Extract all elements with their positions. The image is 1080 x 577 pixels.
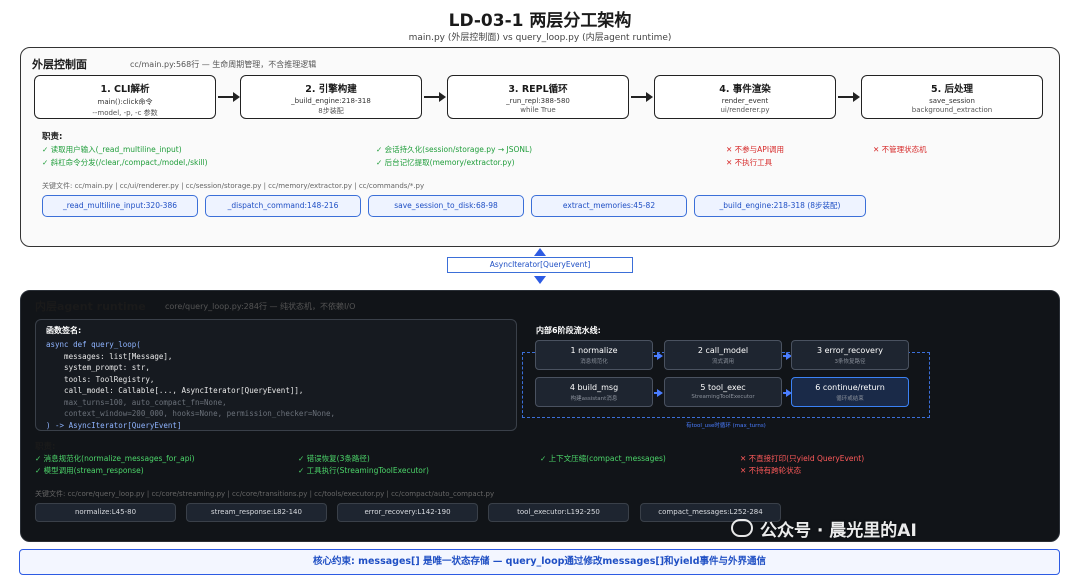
pipeline-stage-tool-exec: 5 tool_exec StreamingToolExecutor xyxy=(664,377,782,407)
inner-code-ref-pill: error_recovery:L142-190 xyxy=(337,503,478,522)
stage-title: 2. 引擎构建 xyxy=(305,84,357,95)
outer-duty-item: ✓ 斜杠命令分发(/clear,/compact,/model,/skill) xyxy=(42,158,208,167)
stage-line1: save_session xyxy=(929,97,975,105)
inner-panel-meta: core/query_loop.py:284行 — 纯状态机，不依赖I/O xyxy=(165,302,356,311)
pipeline-stage-sub: StreamingToolExecutor xyxy=(691,394,755,400)
watermark-text: 公众号 · 晨光里的AI xyxy=(760,521,917,541)
pipeline-arrow xyxy=(654,352,663,359)
pipeline-arrow xyxy=(783,352,792,359)
stage-line2: ui/renderer.py xyxy=(720,106,770,114)
inner-duty-item: ✓ 错误恢复(3条路径) xyxy=(298,454,370,463)
pipeline-stage-error-recovery: 3 error_recovery 3条恢复路径 xyxy=(791,340,909,370)
pipeline-arrow xyxy=(783,389,792,396)
stage-title: 5. 后处理 xyxy=(930,84,974,95)
pipeline-stage-sub: 3条恢复路径 xyxy=(834,359,866,365)
code-line: tools: ToolRegistry, xyxy=(46,374,155,384)
stage-line2: 8步装配 xyxy=(318,107,344,115)
code-title: 函数签名: xyxy=(46,326,82,335)
inner-duty-item: ✓ 上下文压缩(compact_messages) xyxy=(540,454,666,463)
outer-nonduty-item: ✕ 不执行工具 xyxy=(726,158,773,167)
pipeline-stage-build-msg: 4 build_msg 构建assistant消息 xyxy=(535,377,653,407)
stage-title: 1. CLI解析 xyxy=(100,84,150,95)
code-line: max_turns=100, auto_compact_fn=None, xyxy=(46,397,227,407)
outer-stage-postprocess: 5. 后处理 save_session background_extractio… xyxy=(861,75,1043,119)
outer-arrow-4 xyxy=(838,92,860,102)
pipeline-title: 内部6阶段流水线: xyxy=(536,326,601,335)
pipeline-stage-sub: 消息规范化 xyxy=(580,359,608,365)
pipeline-stage-sub: 循环或结束 xyxy=(836,396,864,402)
inner-duty-item: ✓ 工具执行(StreamingToolExecutor) xyxy=(298,466,429,475)
stage-line1: render_event xyxy=(721,97,769,105)
loop-label: 有tool_use时循环 (max_turns) xyxy=(686,423,766,429)
pipeline-stage-title: 1 normalize xyxy=(570,346,618,355)
pipeline-stage-title: 3 error_recovery xyxy=(816,346,883,355)
outer-duty-title: 职责: xyxy=(42,132,63,142)
stage-line1: main():click命令 xyxy=(97,98,153,106)
core-constraint-bar: 核心约束: messages[] 是唯一状态存储 — query_loop通过修… xyxy=(19,549,1060,575)
inner-code-ref-pill: stream_response:L82-140 xyxy=(186,503,327,522)
outer-code-ref-pill: _read_multiline_input:320-386 xyxy=(42,195,198,217)
pipeline-stage-normalize: 1 normalize 消息规范化 xyxy=(535,340,653,370)
code-line: async def query_loop( xyxy=(46,340,141,349)
outer-code-ref-pill: _dispatch_command:148-216 xyxy=(205,195,361,217)
diagram-title: LD-03-1 两层分工架构 xyxy=(448,11,632,31)
outer-nonduty-item: ✕ 不参与API调用 xyxy=(726,145,785,154)
outer-stage-render: 4. 事件渲染 render_event ui/renderer.py xyxy=(654,75,836,119)
inner-duty-item: ✓ 消息规范化(normalize_messages_for_api) xyxy=(35,454,195,463)
diagram-subtitle: main.py (外层控制面) vs query_loop.py (内层agen… xyxy=(408,33,672,43)
pipeline-stage-sub: 构建assistant消息 xyxy=(570,396,618,402)
async-iterator-connector: AsyncIterator[QueryEvent] xyxy=(447,257,633,273)
inner-nonduty-item: ✕ 不持有跨轮状态 xyxy=(740,466,802,475)
outer-nonduty-item: ✕ 不管理状态机 xyxy=(873,145,927,154)
outer-duty-item: ✓ 会话持久化(session/storage.py → JSONL) xyxy=(376,145,533,154)
outer-stage-engine: 2. 引擎构建 _build_engine:218-318 8步装配 xyxy=(240,75,422,119)
pipeline-stage-title: 2 call_model xyxy=(697,346,749,355)
stage-line1: _build_engine:218-318 xyxy=(291,97,371,105)
pipeline-stage-continue-return: 6 continue/return 循环或结束 xyxy=(791,377,909,407)
outer-code-ref-pill: save_session_to_disk:68-98 xyxy=(368,195,524,217)
stage-line1: _run_repl:388-580 xyxy=(506,97,570,105)
wechat-icon xyxy=(731,519,753,537)
code-line: ) -> AsyncIterator[QueryEvent] xyxy=(46,420,182,430)
inner-panel-title: 内层agent runtime xyxy=(35,300,146,313)
pipeline-stage-title: 6 continue/return xyxy=(815,383,885,392)
inner-code-ref-pill: normalize:L45-80 xyxy=(35,503,176,522)
outer-arrow-3 xyxy=(631,92,653,102)
stage-title: 4. 事件渲染 xyxy=(719,84,771,95)
outer-code-ref-pill: _build_engine:218-318 (8步装配) xyxy=(694,195,866,217)
function-signature-box: 函数签名: async def query_loop( messages: li… xyxy=(35,319,517,431)
outer-stage-cli: 1. CLI解析 main():click命令 --model, -p, -c … xyxy=(34,75,216,119)
code-line: messages: list[Message], xyxy=(46,351,173,361)
inner-key-files: 关键文件: cc/core/query_loop.py | cc/core/st… xyxy=(35,490,495,498)
stage-line2: --model, -p, -c 参数 xyxy=(92,109,158,117)
outer-stage-repl: 3. REPL循环 _run_repl:388-580 while True xyxy=(447,75,629,119)
pipeline-stage-call-model: 2 call_model 流式调用 xyxy=(664,340,782,370)
inner-duty-title: 职责: xyxy=(35,442,56,452)
pipeline-stage-title: 4 build_msg xyxy=(569,383,619,392)
code-line: context_window=200_000, hooks=None, perm… xyxy=(46,409,335,418)
stage-title: 3. REPL循环 xyxy=(508,84,568,95)
inner-nonduty-item: ✕ 不直接打印(只yield QueryEvent) xyxy=(740,454,865,463)
inner-code-ref-pill: tool_executor:L192-250 xyxy=(488,503,629,522)
down-arrow-icon xyxy=(534,276,546,284)
outer-duty-item: ✓ 后台记忆提取(memory/extractor.py) xyxy=(376,158,515,167)
outer-panel-title: 外层控制面 xyxy=(32,58,87,71)
stage-line2: background_extraction xyxy=(911,106,993,114)
pipeline-stage-title: 5 tool_exec xyxy=(700,383,746,392)
outer-duty-item: ✓ 读取用户输入(_read_multiline_input) xyxy=(42,145,182,154)
pipeline-stage-sub: 流式调用 xyxy=(711,359,734,365)
outer-key-files: 关键文件: cc/main.py | cc/ui/renderer.py | c… xyxy=(42,182,425,190)
outer-code-ref-pill: extract_memories:45-82 xyxy=(531,195,687,217)
pipeline-arrow xyxy=(654,389,663,396)
inner-duty-item: ✓ 模型调用(stream_response) xyxy=(35,466,144,475)
outer-panel-meta: cc/main.py:568行 — 生命周期管理，不含推理逻辑 xyxy=(130,60,317,69)
outer-arrow-1 xyxy=(218,92,240,102)
code-line: call_model: Callable[..., AsyncIterator[… xyxy=(46,386,304,395)
code-line: system_prompt: str, xyxy=(46,363,150,372)
stage-line2: while True xyxy=(520,106,556,114)
outer-arrow-2 xyxy=(424,92,446,102)
up-arrow-icon xyxy=(534,248,546,256)
